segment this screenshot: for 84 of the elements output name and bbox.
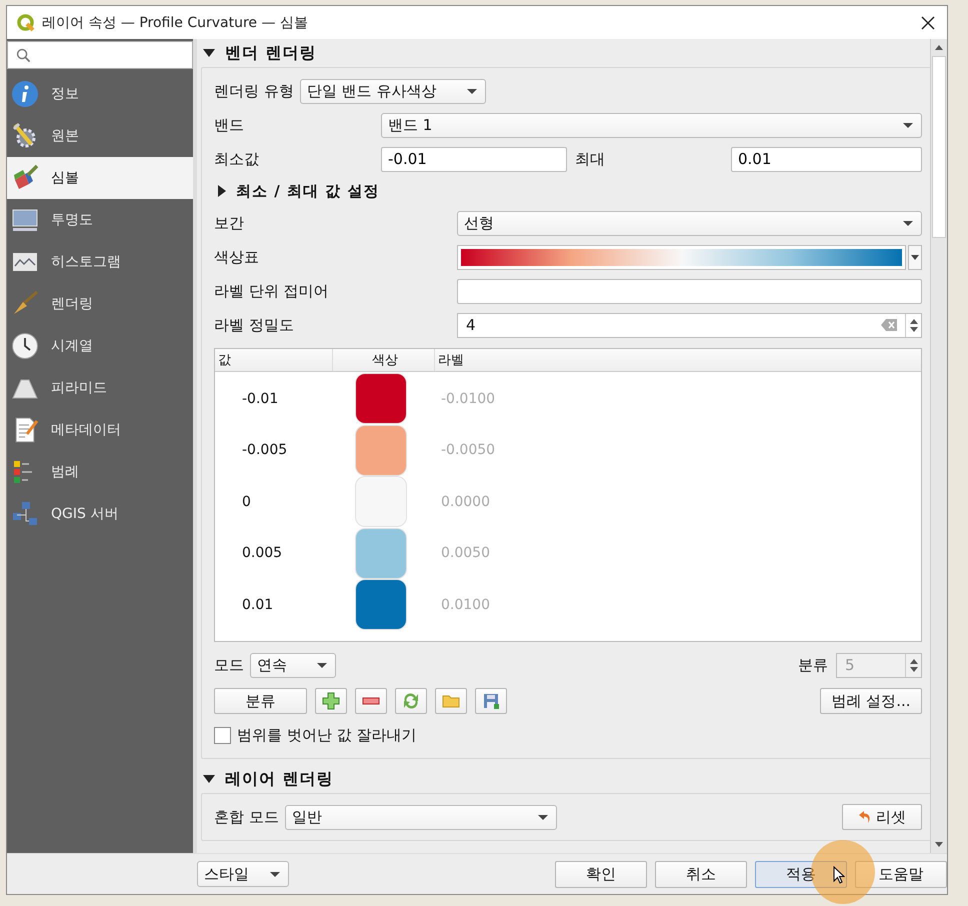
sidebar-item[interactable]: QGIS 서버 bbox=[7, 493, 193, 535]
clear-icon[interactable] bbox=[881, 319, 897, 331]
field-label: 렌더링 유형 bbox=[214, 82, 294, 100]
min-value-field[interactable]: -0.01 bbox=[381, 146, 567, 172]
dialog-button[interactable]: 취소 bbox=[655, 860, 747, 888]
sidebar-item[interactable]: 심볼 bbox=[7, 157, 193, 199]
field-label: 최대 bbox=[574, 150, 606, 168]
render-type-dropdown[interactable]: 단일 밴드 유사색상 bbox=[300, 78, 486, 104]
sidebar-item[interactable]: 렌더링 bbox=[7, 283, 193, 325]
sidebar-item[interactable]: 범례 bbox=[7, 451, 193, 493]
field-label: 모드 bbox=[214, 656, 244, 674]
legend-settings-button[interactable]: 범례 설정... bbox=[820, 688, 922, 714]
field-label: 분류 bbox=[798, 656, 828, 674]
undo-arrow-icon bbox=[858, 810, 872, 824]
mode-dropdown[interactable]: 연속 bbox=[250, 652, 336, 678]
sidebar-item[interactable]: 피라미드 bbox=[7, 367, 193, 409]
checkbox[interactable] bbox=[214, 726, 231, 744]
blend-mode-dropdown[interactable]: 일반 bbox=[284, 804, 557, 830]
info-icon bbox=[11, 80, 39, 108]
reset-button[interactable]: 리셋 bbox=[842, 804, 922, 830]
field-label: 최소값 bbox=[214, 150, 260, 168]
color-swatch[interactable] bbox=[356, 374, 406, 424]
dialog-button[interactable]: 적용 bbox=[755, 860, 847, 888]
band-dropdown[interactable]: 밴드 1 bbox=[381, 112, 922, 138]
load-button[interactable] bbox=[435, 688, 467, 714]
reverse-button[interactable] bbox=[395, 688, 427, 714]
clock-icon bbox=[11, 332, 39, 360]
refresh-arrows-icon bbox=[402, 692, 420, 710]
label-cell-text: 0.0100 bbox=[440, 596, 491, 613]
value-cell-text: 0.01 bbox=[241, 596, 274, 613]
ramp-menu-button[interactable] bbox=[908, 244, 922, 270]
color-swatch[interactable] bbox=[356, 580, 406, 630]
sidebar-item[interactable]: 히스토그램 bbox=[7, 241, 193, 283]
sidebar-item[interactable]: 시계열 bbox=[7, 325, 193, 367]
window-title: 레이어 속성 — Profile Curvature — 심볼 bbox=[42, 14, 309, 32]
plus-icon bbox=[322, 692, 340, 710]
field-label: 밴드 bbox=[214, 116, 245, 134]
network-icon bbox=[11, 500, 39, 528]
collapsible-header[interactable]: 최소 / 최대 값 설정 bbox=[198, 180, 922, 202]
column-header[interactable]: 값 bbox=[215, 349, 333, 371]
field-label: 보간 bbox=[214, 214, 245, 232]
precision-spinbox[interactable]: 4 bbox=[457, 312, 922, 338]
section-header[interactable]: 벤더 렌더링 bbox=[201, 41, 930, 65]
color-ramp-button[interactable] bbox=[457, 244, 906, 270]
field-label: 라벨 정밀도 bbox=[214, 316, 295, 334]
add-button[interactable] bbox=[315, 688, 347, 714]
value-cell-text: -0.005 bbox=[241, 442, 288, 458]
save-button[interactable] bbox=[475, 688, 507, 714]
section-header[interactable]: 레이어 렌더링 bbox=[201, 767, 930, 791]
max-value-field[interactable]: 0.01 bbox=[731, 146, 922, 172]
column-header[interactable]: 색상 bbox=[333, 349, 435, 371]
interpolation-dropdown[interactable]: 선형 bbox=[457, 210, 922, 236]
sidebar-item[interactable]: 정보 bbox=[7, 73, 193, 115]
scrollbar[interactable] bbox=[930, 39, 947, 853]
style-dropdown-button[interactable]: 스타일 bbox=[197, 861, 289, 887]
clip-checkbox[interactable]: 범위를 벗어난 값 잘라내기 bbox=[214, 722, 922, 748]
label-suffix-field[interactable] bbox=[457, 278, 922, 304]
color-swatch[interactable] bbox=[356, 426, 406, 475]
column-header[interactable]: 라벨 bbox=[435, 349, 921, 371]
value-cell-text: 0 bbox=[241, 494, 252, 510]
label-cell-text: 0.0050 bbox=[440, 545, 491, 562]
color-swatch[interactable] bbox=[356, 477, 406, 526]
search-field[interactable] bbox=[7, 41, 193, 69]
field-label: 색상표 bbox=[214, 248, 260, 266]
sidebar-item[interactable]: 원본 bbox=[7, 115, 193, 157]
dialog-button[interactable]: 확인 bbox=[555, 860, 647, 888]
paint-brush-icon bbox=[11, 164, 39, 192]
value-cell-text: -0.01 bbox=[241, 390, 280, 407]
sidebar-item[interactable]: 투명도 bbox=[7, 199, 193, 241]
close-icon[interactable] bbox=[921, 16, 935, 30]
label-cell-text: 0.0000 bbox=[440, 494, 491, 510]
remove-button[interactable] bbox=[355, 688, 387, 714]
classify-button[interactable]: 분류 bbox=[214, 688, 307, 714]
label-cell-text: -0.0050 bbox=[440, 442, 496, 458]
dialog-button[interactable]: 도움말 bbox=[855, 860, 947, 888]
field-label: 라벨 단위 접미어 bbox=[214, 282, 330, 300]
value-cell-text: 0.005 bbox=[241, 545, 284, 562]
field-label: 혼합 모드 bbox=[214, 808, 279, 826]
label-cell-text: -0.0100 bbox=[440, 390, 496, 407]
search-icon bbox=[16, 48, 31, 62]
sidebar-item[interactable]: 메타데이터 bbox=[7, 409, 193, 451]
color-swatch[interactable] bbox=[356, 528, 406, 578]
mouse-cursor-icon bbox=[833, 866, 845, 884]
app-logo-icon bbox=[16, 12, 36, 32]
